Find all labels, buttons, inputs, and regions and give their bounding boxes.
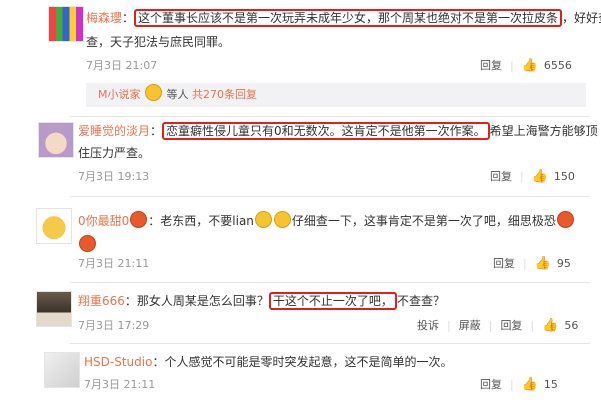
username[interactable]: 0你最甜0 <box>78 214 129 228</box>
emoji-icon <box>254 211 272 228</box>
reply-button[interactable]: 回复 <box>480 376 502 392</box>
actions: 回复 | 👍 150 <box>490 168 575 184</box>
reply-button[interactable]: 回复 <box>493 255 515 271</box>
comment-text: 爱睡觉的淡月： 恋童癖性侵儿童只有0和无数次。这肯定不是他第一次作案。 希望上海警方… <box>78 122 598 140</box>
like-count: 15 <box>543 377 558 391</box>
like-icon[interactable]: 👍 <box>522 58 538 73</box>
timestamp: 7月3日 19:13 <box>78 170 150 183</box>
like-count: 6556 <box>543 58 572 72</box>
actions: 回复 | 👍 6556 <box>480 57 572 73</box>
avatar[interactable] <box>36 208 72 244</box>
comment-text-line2: 查，天子犯法与庶民同罪。 <box>86 35 231 49</box>
separator: | <box>520 169 524 183</box>
comment-text-line2: 住压力严查。 <box>78 146 151 160</box>
view-replies-link[interactable]: 共270条回复 <box>192 88 257 101</box>
comment-text: 翔重666：那女人周某是怎么回事？ 干这个不止一次了吧， 不查查？ <box>78 292 445 310</box>
username[interactable]: 梅森瓔 <box>86 11 122 25</box>
emoji-icon <box>556 211 574 228</box>
highlighted-text: 恋童癖性侵儿童只有0和无数次。这肯定不是他第一次作案。 <box>162 122 490 140</box>
username[interactable]: 爱睡觉的淡月 <box>78 124 150 138</box>
timestamp: 7月3日 21:11 <box>78 257 150 270</box>
separator: | <box>447 318 451 332</box>
username[interactable]: HSD-Studio <box>84 355 152 369</box>
emoji-icon <box>273 211 291 228</box>
divider <box>70 343 590 344</box>
separator: | <box>488 318 493 332</box>
timestamp: 7月3日 21:07 <box>86 59 158 72</box>
like-count: 95 <box>556 256 571 270</box>
highlighted-text: 干这个不止一次了吧， <box>268 292 397 310</box>
reply-button[interactable]: 回复 <box>490 168 512 184</box>
block-button[interactable]: 屏蔽 <box>459 317 481 333</box>
divider <box>70 196 590 197</box>
like-count: 150 <box>553 169 575 183</box>
emoji-icon <box>130 211 148 228</box>
username[interactable]: 翔重666 <box>78 294 125 308</box>
emoji-line <box>78 235 97 252</box>
reply-button[interactable]: 回复 <box>480 57 502 73</box>
like-icon[interactable]: 👍 <box>522 377 538 392</box>
separator: | <box>510 58 514 72</box>
actions: 回复 | 👍 95 <box>493 255 571 271</box>
divider <box>70 116 590 117</box>
reply-button[interactable]: 回复 <box>500 317 522 333</box>
separator: | <box>530 318 535 332</box>
highlighted-text: 这个董事长应该不是第一次玩弄未成年少女，那个周某也绝对不是第一次拉皮条 <box>134 9 563 27</box>
comment-text: HSD-Studio：个人感觉不可能是零时突发起意，这不是简单的一次。 <box>84 355 453 369</box>
avatar[interactable] <box>48 6 84 42</box>
actions: 投诉 | 屏蔽 | 回复 | 👍 56 <box>417 317 578 333</box>
comment-text: 0你最甜0 ：老东西，不要lian 仔细查一下，这事肯定不是第一次了吧，细思极恐 <box>78 211 575 231</box>
like-count: 56 <box>564 318 579 332</box>
actions: 回复 | 👍 15 <box>480 376 558 392</box>
separator: | <box>510 377 514 391</box>
separator: | <box>523 256 527 270</box>
timestamp: 7月3日 21:11 <box>84 378 156 391</box>
summary-user[interactable]: M小说家 <box>98 88 141 101</box>
emoji-icon <box>79 235 96 252</box>
divider <box>70 282 590 283</box>
like-icon[interactable]: 👍 <box>542 318 558 333</box>
avatar[interactable] <box>38 122 74 158</box>
like-icon[interactable]: 👍 <box>535 256 551 271</box>
report-button[interactable]: 投诉 <box>417 317 439 333</box>
avatar[interactable] <box>44 352 80 388</box>
timestamp: 7月3日 17:29 <box>78 319 150 332</box>
avatar[interactable] <box>36 291 72 327</box>
reply-summary: M小说家 等人 共270条回复 <box>86 83 586 107</box>
summary-text: 等人 <box>166 88 189 101</box>
comment-text: 梅森瓔： 这个董事长应该不是第一次玩弄未成年少女，那个周某也绝对不是第一次拉皮条，… <box>86 9 601 27</box>
like-icon[interactable]: 👍 <box>532 169 548 184</box>
emoji-icon <box>145 84 162 101</box>
